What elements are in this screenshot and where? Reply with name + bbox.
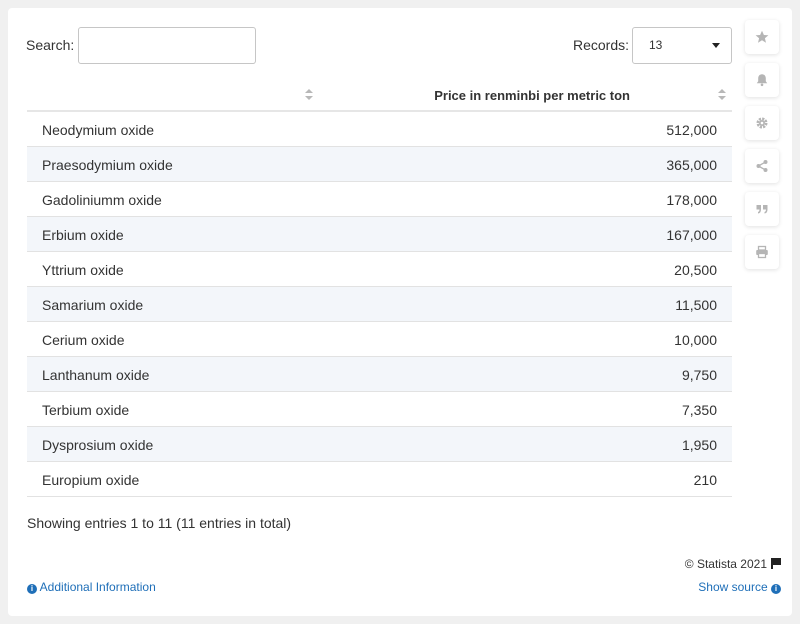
data-table: Price in renminbi per metric ton Neodymi… xyxy=(27,78,732,497)
records-label: Records: xyxy=(573,37,630,53)
cite-button[interactable] xyxy=(745,192,779,226)
caret-down-icon xyxy=(712,43,720,48)
favorite-button[interactable] xyxy=(745,20,779,54)
column-header-price-label: Price in renminbi per metric ton xyxy=(434,88,630,103)
search-label: Search: xyxy=(26,37,75,53)
price-cell: 210 xyxy=(693,472,717,488)
table-header: Price in renminbi per metric ton xyxy=(27,78,732,112)
price-cell: 11,500 xyxy=(675,297,717,313)
records-select-value: 13 xyxy=(649,38,663,52)
oxide-name-cell: Europium oxide xyxy=(42,472,140,488)
sort-icon xyxy=(718,89,726,101)
copyright-text: © Statista 2021 xyxy=(684,557,767,571)
price-cell: 9,750 xyxy=(681,367,717,383)
table-row: Praesodymium oxide 365,000 xyxy=(27,147,732,182)
oxide-name-cell: Lanthanum oxide xyxy=(42,367,150,383)
table-body: Neodymium oxide 512,000 Praesodymium oxide… xyxy=(27,112,732,497)
table-row: Europium oxide 210 xyxy=(27,462,732,497)
table-row: Dysprosium oxide 1,950 xyxy=(27,427,732,462)
action-sidebar xyxy=(745,20,779,278)
sort-icon xyxy=(305,89,313,101)
oxide-name-cell: Samarium oxide xyxy=(42,297,144,313)
price-cell: 512,000 xyxy=(666,122,717,138)
share-button[interactable] xyxy=(745,149,779,183)
print-icon xyxy=(756,245,768,259)
additional-information-label: Additional Information xyxy=(39,580,156,594)
share-icon xyxy=(756,160,768,172)
info-icon: i xyxy=(771,584,781,594)
oxide-name-cell: Gadoliniumm oxide xyxy=(42,192,162,208)
table-row: Terbium oxide 7,350 xyxy=(27,392,732,427)
oxide-name-cell: Neodymium oxide xyxy=(42,122,155,138)
column-header-name[interactable] xyxy=(27,78,319,112)
notification-button[interactable] xyxy=(745,63,779,97)
price-cell: 365,000 xyxy=(666,157,717,173)
price-cell: 167,000 xyxy=(666,227,717,243)
quote-icon xyxy=(756,205,768,214)
print-button[interactable] xyxy=(745,235,779,269)
show-source-label: Show source xyxy=(698,580,768,594)
table-row: Neodymium oxide 512,000 xyxy=(27,112,732,147)
settings-button[interactable] xyxy=(745,106,779,140)
bell-icon xyxy=(756,74,768,87)
records-select[interactable]: 13 xyxy=(632,27,732,64)
table-row: Lanthanum oxide 9,750 xyxy=(27,357,732,392)
star-icon xyxy=(755,30,769,43)
entries-summary: Showing entries 1 to 11 (11 entries in t… xyxy=(27,515,292,531)
oxide-name-cell: Erbium oxide xyxy=(42,227,124,243)
gear-icon xyxy=(756,117,768,129)
table-row: Gadoliniumm oxide 178,000 xyxy=(27,182,732,217)
oxide-name-cell: Cerium oxide xyxy=(42,332,125,348)
price-cell: 178,000 xyxy=(666,192,717,208)
table-row: Erbium oxide 167,000 xyxy=(27,217,732,252)
price-cell: 7,350 xyxy=(681,402,717,418)
table-row: Yttrium oxide 20,500 xyxy=(27,252,732,287)
price-cell: 1,950 xyxy=(681,437,717,453)
price-cell: 10,000 xyxy=(674,332,717,348)
oxide-name-cell: Dysprosium oxide xyxy=(42,437,154,453)
table-row: Cerium oxide 10,000 xyxy=(27,322,732,357)
search-input[interactable] xyxy=(78,27,256,64)
oxide-name-cell: Terbium oxide xyxy=(42,402,130,418)
price-cell: 20,500 xyxy=(674,262,717,278)
additional-information-link[interactable]: i Additional Information xyxy=(27,580,156,594)
flag-icon[interactable] xyxy=(771,558,781,569)
oxide-name-cell: Praesodymium oxide xyxy=(42,157,173,173)
copyright: © Statista 2021 xyxy=(685,557,781,571)
oxide-name-cell: Yttrium oxide xyxy=(42,262,124,278)
show-source-link[interactable]: Show source i xyxy=(698,580,781,594)
column-header-price[interactable]: Price in renminbi per metric ton xyxy=(319,78,732,112)
info-icon: i xyxy=(27,584,37,594)
table-row: Samarium oxide 11,500 xyxy=(27,287,732,322)
